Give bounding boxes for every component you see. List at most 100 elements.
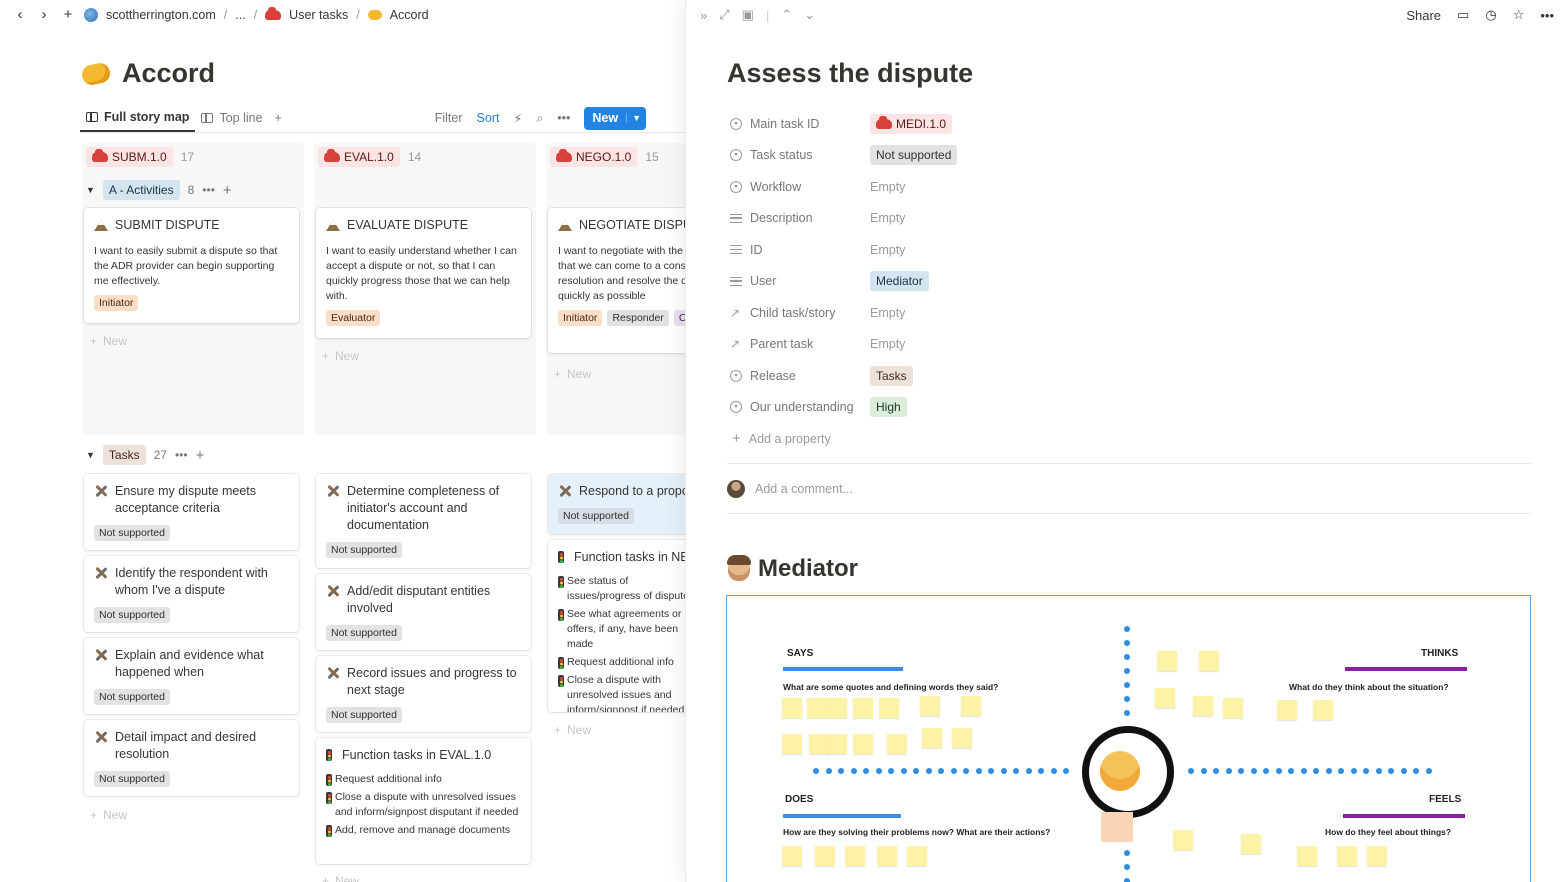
add-icon[interactable]: + [223, 182, 232, 199]
new-card-button[interactable]: + New [90, 334, 127, 348]
peek-title[interactable]: Assess the dispute [727, 58, 973, 89]
axis-dot [838, 768, 844, 774]
new-card-button[interactable]: + New [322, 874, 359, 882]
breadcrumb-ellipsis[interactable]: ... [235, 8, 245, 22]
history-icon[interactable]: ◷ [1485, 7, 1496, 23]
share-button[interactable]: Share [1406, 8, 1441, 23]
add-view-button[interactable]: + [269, 104, 288, 132]
task-card[interactable]: Identify the respondent with whom I've a… [84, 556, 299, 632]
traffic-light-icon [558, 675, 564, 687]
new-label: New [103, 808, 128, 822]
more-icon[interactable]: ••• [202, 183, 215, 197]
property-name: Workflow [750, 179, 802, 194]
sticky-note [920, 696, 940, 716]
task-card-selected[interactable]: Respond to a proposal Not supported [548, 474, 686, 534]
new-card-button[interactable]: + New [322, 349, 359, 363]
group-header-tasks[interactable]: ▼ Tasks 27 ••• + [86, 445, 204, 465]
tab-top-line[interactable]: Top line [195, 104, 268, 132]
relation-icon: ↗ [730, 337, 741, 352]
activity-card[interactable]: NEGOTIATE DISPUTE I want to negotiate wi… [548, 208, 686, 353]
list-item: Add, remove and manage documents [326, 823, 521, 838]
back-icon[interactable]: ‹ [12, 7, 28, 23]
property-row[interactable]: Workflow Empty [730, 171, 1530, 203]
new-card-button[interactable]: + New [554, 723, 591, 737]
function-card[interactable]: Function tasks in NEGO.1.0 See status of… [548, 540, 686, 712]
add-property-button[interactable]: + Add a property [730, 423, 1530, 454]
property-name: User [750, 274, 777, 289]
activity-card[interactable]: EVALUATE DISPUTE I want to easily unders… [316, 208, 531, 338]
axis-dot [1124, 668, 1130, 674]
column-header[interactable]: EVAL.1.0 14 [318, 147, 421, 167]
triangle-down-icon[interactable]: ▼ [86, 450, 95, 460]
new-card-button[interactable]: + New [554, 367, 591, 381]
axis-dot [1124, 626, 1130, 632]
status-tag: Not supported [94, 525, 170, 541]
group-label: A - Activities [102, 180, 180, 200]
add-icon[interactable]: + [60, 7, 76, 23]
property-row[interactable]: User Mediator [730, 266, 1530, 298]
sticky-note [1223, 698, 1243, 718]
close-peek-icon[interactable]: » [700, 8, 707, 23]
forward-icon[interactable]: › [36, 7, 52, 23]
breadcrumb-site[interactable]: scottherrington.com [106, 8, 216, 22]
column-header[interactable]: NEGO.1.0 15 [550, 147, 659, 167]
property-row[interactable]: Our understanding High [730, 392, 1530, 424]
property-row[interactable]: ↗ Parent task Empty [730, 329, 1530, 361]
group-header-activities[interactable]: ▼ A - Activities 8 ••• + [86, 180, 232, 200]
task-card[interactable]: Ensure my dispute meets acceptance crite… [84, 474, 299, 550]
task-card[interactable]: Detail impact and desired resolution Not… [84, 720, 299, 796]
more-icon[interactable]: ••• [1540, 8, 1554, 23]
list-item: Close a dispute with unresolved issues a… [558, 673, 686, 712]
new-card-button[interactable]: + New [90, 808, 127, 822]
traffic-light-icon [326, 825, 332, 837]
property-row[interactable]: ID Empty [730, 234, 1530, 266]
sticky-note [1313, 700, 1333, 720]
more-options-button[interactable]: ••• [557, 111, 570, 125]
axis-dot [900, 768, 907, 774]
chevron-down-icon[interactable]: ⌄ [804, 7, 815, 23]
sticky-note [782, 846, 802, 866]
property-row[interactable]: Release Tasks [730, 360, 1530, 392]
sticky-note [952, 728, 972, 748]
sticky-note [827, 734, 847, 754]
star-icon[interactable]: ☆ [1513, 7, 1525, 23]
more-icon[interactable]: ••• [175, 448, 188, 462]
sticky-note [1155, 688, 1175, 708]
new-button[interactable]: New ▼ [584, 106, 646, 130]
chevron-up-icon[interactable]: ⌃ [781, 7, 792, 23]
comment-input[interactable]: Add a comment... [727, 480, 853, 498]
axis-dot [825, 768, 832, 774]
triangle-down-icon[interactable]: ▼ [86, 185, 95, 195]
tab-label: Full story map [104, 110, 190, 124]
filter-button[interactable]: Filter [435, 111, 463, 125]
property-row[interactable]: Description Empty [730, 203, 1530, 235]
property-row[interactable]: Main task ID MEDI.1.0 [730, 108, 1530, 140]
task-card[interactable]: Add/edit disputant entities involved Not… [316, 574, 531, 650]
expand-icon[interactable]: ⤢ [719, 7, 729, 23]
column-header[interactable]: SUBM.1.0 17 [86, 147, 194, 167]
tab-full-story-map[interactable]: Full story map [80, 104, 196, 132]
property-row[interactable]: ↗ Child task/story Empty [730, 297, 1530, 329]
breadcrumb-current[interactable]: Accord [390, 8, 429, 22]
new-label: New [335, 349, 360, 363]
breadcrumb-parent[interactable]: User tasks [289, 8, 348, 22]
property-row[interactable]: Task status Not supported [730, 140, 1530, 172]
task-card[interactable]: Record issues and progress to next stage… [316, 656, 531, 732]
search-icon[interactable]: ⌕ [536, 111, 543, 126]
task-card[interactable]: Determine completeness of initiator's ac… [316, 474, 531, 568]
function-card[interactable]: Function tasks in EVAL.1.0 Request addit… [316, 738, 531, 864]
axis-dot [1288, 768, 1294, 774]
task-card[interactable]: Explain and evidence what happened when … [84, 638, 299, 714]
list-item-text: Close a dispute with unresolved issues a… [335, 791, 519, 818]
activity-card[interactable]: SUBMIT DISPUTE I want to easily submit a… [84, 208, 299, 323]
board-view-icon [201, 113, 214, 123]
comment-icon[interactable]: ▭ [1457, 7, 1469, 23]
empathy-map-image[interactable]: SAYS What are some quotes and defining w… [726, 595, 1531, 882]
axis-dot [1425, 768, 1432, 774]
add-icon[interactable]: + [196, 447, 205, 464]
peek-mode-icon[interactable]: ▣ [742, 7, 754, 23]
automation-icon[interactable]: ⚡ [513, 111, 522, 126]
sort-button[interactable]: Sort [477, 111, 500, 125]
list-item-text: See status of issues/progress of dispute [567, 575, 686, 602]
chevron-down-icon[interactable]: ▼ [626, 113, 646, 123]
